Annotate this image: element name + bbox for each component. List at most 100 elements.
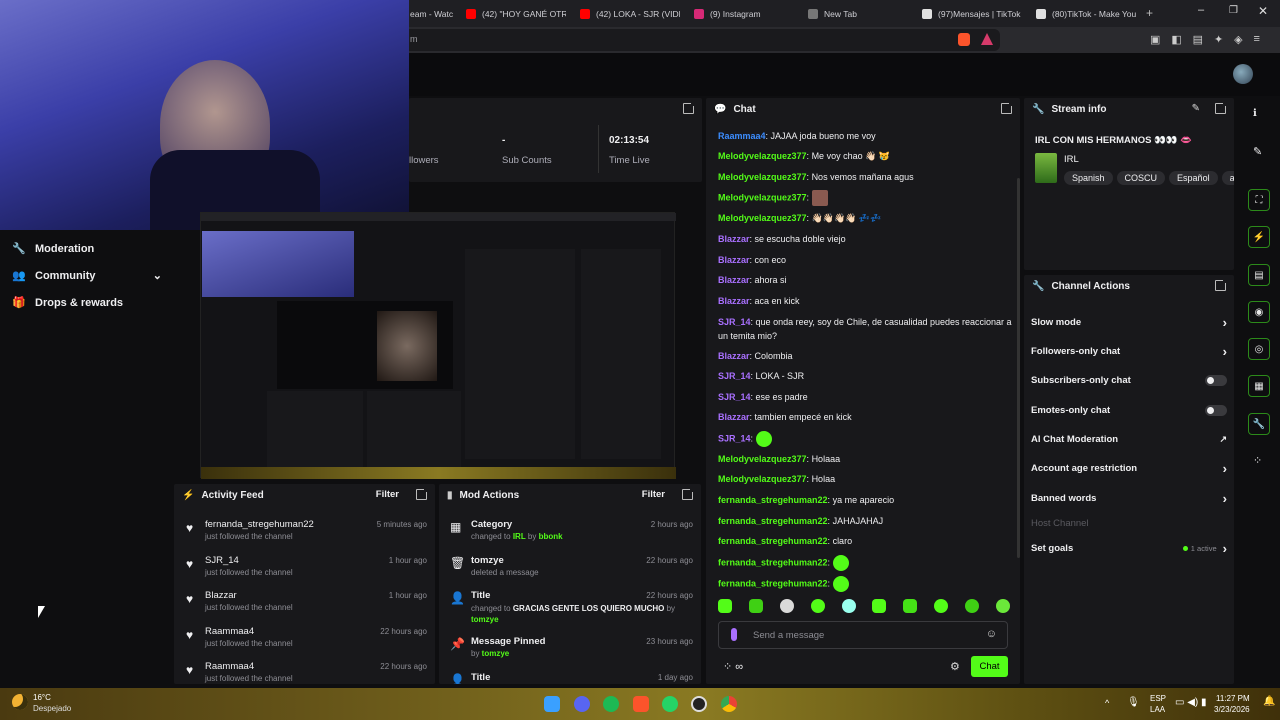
chrome-icon[interactable]: [721, 696, 737, 712]
send-chat-button[interactable]: Chat: [971, 656, 1008, 677]
browser-tab[interactable]: (80)TikTok - Make You: [1036, 4, 1136, 23]
more-icon[interactable]: ⁘: [1253, 454, 1262, 467]
clock-date[interactable]: 3/23/2026: [1214, 705, 1250, 714]
slow-mode-row[interactable]: Slow mode ›: [1031, 313, 1227, 331]
chat-username[interactable]: SJR_14: [718, 317, 751, 327]
clock-time[interactable]: 11:27 PM: [1216, 694, 1250, 703]
menu-icon[interactable]: ≡: [1254, 33, 1260, 47]
followers-only-row[interactable]: Followers-only chat ›: [1031, 342, 1227, 360]
emote-icon[interactable]: [872, 599, 887, 613]
notification-icon[interactable]: 🔔: [1263, 696, 1275, 707]
emote-icon[interactable]: [903, 599, 918, 613]
wrench-icon[interactable]: 🔧: [1248, 413, 1270, 435]
leo-icon[interactable]: ✦: [1214, 33, 1223, 47]
chat-input[interactable]: Send a message ☺: [718, 621, 1008, 649]
emote-icon[interactable]: [748, 599, 763, 613]
document-icon[interactable]: ▤: [1248, 264, 1270, 286]
minimize-icon[interactable]: –: [1198, 4, 1204, 16]
emote-icon[interactable]: [810, 599, 825, 613]
set-goals-row[interactable]: Set goals 1 active ›: [1031, 539, 1227, 557]
spotify-icon[interactable]: [603, 696, 619, 712]
whatsapp-icon[interactable]: [662, 696, 678, 712]
edit-icon[interactable]: ✎: [1192, 103, 1200, 114]
account-age-row[interactable]: Account age restriction ›: [1031, 459, 1227, 477]
expand-icon[interactable]: [1215, 279, 1227, 291]
sidebar-icon[interactable]: ▣: [1150, 33, 1160, 47]
chat-username[interactable]: fernanda_stregehuman22: [718, 536, 828, 546]
new-tab-icon[interactable]: +: [1146, 6, 1153, 20]
expand-icon[interactable]: [1001, 102, 1013, 114]
filter-button[interactable]: Filter: [376, 489, 399, 500]
chat-username[interactable]: Melodyvelazquez377: [718, 151, 807, 161]
emote-icon[interactable]: [965, 599, 979, 613]
wallet-icon[interactable]: ▤: [1193, 33, 1203, 47]
split-icon[interactable]: ◧: [1171, 33, 1181, 47]
chat-username[interactable]: fernanda_stregehuman22: [718, 557, 828, 567]
sidebar-item-moderation[interactable]: 🔧 Moderation: [12, 242, 94, 256]
chat-username[interactable]: Melodyvelazquez377: [718, 213, 807, 223]
ai-moderation-row[interactable]: AI Chat Moderation ↗: [1031, 430, 1227, 448]
sidebar-item-drops[interactable]: 🎁 Drops & rewards: [12, 296, 123, 310]
chat-username[interactable]: Blazzar: [718, 234, 750, 244]
subscribers-only-toggle[interactable]: [1205, 374, 1227, 386]
emote-icon[interactable]: [995, 599, 1010, 613]
bolt-icon[interactable]: ⚡: [1248, 226, 1270, 248]
emote-icon[interactable]: [779, 599, 794, 613]
browser-tab[interactable]: (97)Mensajes | TikTok: [922, 4, 1026, 23]
chat-username[interactable]: Blazzar: [718, 255, 750, 265]
windows-start-icon[interactable]: [544, 696, 560, 712]
expand-icon[interactable]: [416, 488, 428, 500]
rail-button[interactable]: ⛶: [1248, 189, 1270, 211]
emotes-only-toggle[interactable]: [1205, 404, 1227, 416]
chat-username[interactable]: fernanda_stregehuman22: [718, 495, 828, 505]
language-region[interactable]: LAA: [1150, 705, 1165, 714]
emote-icon[interactable]: [934, 599, 949, 613]
url-input[interactable]: m: [398, 29, 1000, 51]
gear-icon[interactable]: ⚙: [950, 660, 960, 673]
chat-username[interactable]: Melodyvelazquez377: [718, 474, 807, 484]
browser-tab[interactable]: New Tab: [808, 4, 908, 23]
brave-rewards-icon[interactable]: [981, 33, 993, 45]
browser-tab[interactable]: (42) "HOY GANÉ OTRA: [466, 4, 566, 23]
browser-tab[interactable]: (9) Instagram: [694, 4, 794, 23]
broadcast-icon[interactable]: ◎: [1248, 338, 1270, 360]
vpn-icon[interactable]: ◈: [1234, 33, 1242, 47]
emoji-icon[interactable]: ☺: [986, 628, 997, 640]
emote-icon[interactable]: [718, 599, 732, 613]
chat-username[interactable]: Blazzar: [718, 275, 750, 285]
obs-icon[interactable]: [691, 696, 707, 712]
expand-icon[interactable]: [682, 488, 694, 500]
info-icon[interactable]: ℹ: [1253, 108, 1257, 119]
chat-username[interactable]: Raammaa4: [718, 131, 766, 141]
chat-username[interactable]: fernanda_stregehuman22: [718, 578, 828, 588]
chat-username[interactable]: Blazzar: [718, 351, 750, 361]
expand-icon[interactable]: [683, 102, 695, 114]
microphone-icon[interactable]: 🎙: [1127, 697, 1140, 708]
network-icon[interactable]: ▭ ◀) ▮: [1175, 697, 1207, 708]
chat-username[interactable]: SJR_14: [718, 371, 751, 381]
brave-shield-icon[interactable]: [958, 33, 970, 46]
chat-username[interactable]: Blazzar: [718, 296, 750, 306]
chat-icon[interactable]: ◉: [1248, 301, 1270, 323]
chevron-up-icon[interactable]: ^: [1105, 698, 1109, 708]
chat-scrollbar[interactable]: [1017, 178, 1020, 558]
stack-icon[interactable]: ▦: [1248, 375, 1270, 397]
chat-username[interactable]: Melodyvelazquez377: [718, 454, 807, 464]
filter-button[interactable]: Filter: [642, 489, 665, 500]
chat-username[interactable]: SJR_14: [718, 392, 751, 402]
discord-icon[interactable]: [574, 696, 590, 712]
chat-username[interactable]: Melodyvelazquez377: [718, 172, 807, 182]
chat-username[interactable]: fernanda_stregehuman22: [718, 516, 828, 526]
chat-username[interactable]: Blazzar: [718, 412, 750, 422]
avatar[interactable]: [1233, 64, 1253, 84]
pencil-icon[interactable]: ✎: [1253, 145, 1262, 158]
expand-icon[interactable]: [1215, 102, 1227, 114]
chat-username[interactable]: SJR_14: [718, 433, 751, 443]
chat-username[interactable]: Melodyvelazquez377: [718, 192, 807, 202]
language-code[interactable]: ESP: [1150, 694, 1166, 703]
microphone-icon[interactable]: [731, 628, 737, 641]
emote-icon[interactable]: [841, 599, 856, 613]
chat-settings-icons[interactable]: ⁘ ∞: [723, 660, 743, 673]
banned-words-row[interactable]: Banned words ›: [1031, 489, 1227, 507]
browser-tab[interactable]: (42) LOKA - SJR (VIDEO: [580, 4, 680, 23]
